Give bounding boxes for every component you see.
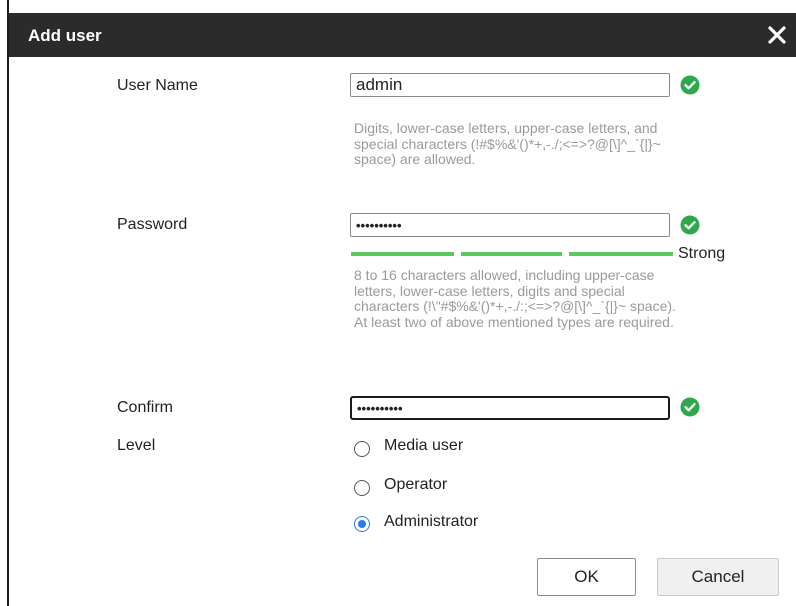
- strength-bar-segment-2: [461, 252, 562, 256]
- cancel-button[interactable]: Cancel: [657, 558, 779, 596]
- username-valid-icon: [680, 75, 700, 95]
- radio-administrator[interactable]: [354, 516, 370, 532]
- ok-button[interactable]: OK: [537, 558, 636, 596]
- password-label: Password: [117, 216, 188, 233]
- strength-bar-segment-3: [569, 252, 673, 256]
- radio-media-user[interactable]: [354, 441, 370, 457]
- confirm-password-input[interactable]: [350, 396, 670, 420]
- password-input[interactable]: [350, 213, 670, 237]
- radio-label-media-user[interactable]: Media user: [384, 437, 463, 455]
- level-label: Level: [117, 437, 156, 454]
- radio-label-administrator[interactable]: Administrator: [384, 513, 478, 531]
- password-valid-icon: [680, 215, 700, 235]
- window-left-border: [0, 0, 9, 606]
- strength-bar-segment-1: [351, 252, 454, 256]
- dialog-titlebar: Add user: [9, 13, 796, 57]
- confirm-label: Confirm: [117, 399, 174, 416]
- confirm-valid-icon: [680, 397, 700, 417]
- username-input[interactable]: [350, 73, 670, 97]
- username-label: User Name: [117, 77, 198, 94]
- close-icon: [768, 26, 786, 44]
- dialog-title: Add user: [28, 26, 102, 45]
- radio-operator[interactable]: [354, 480, 370, 496]
- password-hint: 8 to 16 characters allowed, including up…: [354, 267, 676, 330]
- close-button[interactable]: [765, 23, 789, 47]
- username-hint: Digits, lower-case letters, upper-case l…: [354, 120, 661, 168]
- radio-label-operator[interactable]: Operator: [384, 476, 447, 494]
- password-strength-label: Strong: [678, 245, 726, 262]
